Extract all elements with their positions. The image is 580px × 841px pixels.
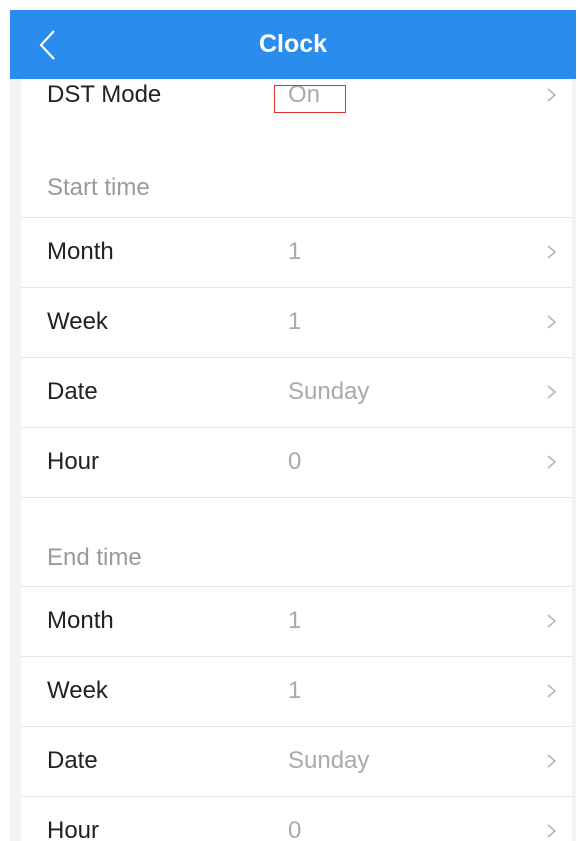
start-date-label: Date [47, 378, 98, 405]
end-week-label: Week [47, 677, 108, 704]
end-hour-value: 0 [288, 817, 302, 841]
end-date-value: Sunday [288, 747, 370, 774]
start-week-value: 1 [288, 308, 302, 335]
chevron-right-icon [547, 614, 557, 628]
chevron-right-icon [547, 455, 557, 469]
end-hour-label: Hour [47, 817, 100, 841]
start-month-label: Month [47, 238, 114, 265]
start-week-label: Week [47, 308, 108, 335]
chevron-right-icon [547, 245, 557, 259]
start-date-row[interactable]: Date Sunday [21, 357, 572, 427]
chevron-right-icon [547, 315, 557, 329]
end-month-value: 1 [288, 607, 302, 634]
end-date-row[interactable]: Date Sunday [21, 726, 572, 796]
start-week-row[interactable]: Week 1 [21, 287, 572, 357]
divider [21, 497, 572, 498]
chevron-right-icon [547, 824, 557, 838]
chevron-right-icon [547, 385, 557, 399]
end-week-value: 1 [288, 677, 302, 704]
page-title: Clock [258, 30, 328, 58]
dst-mode-label: DST Mode [47, 81, 162, 108]
start-hour-value: 0 [288, 448, 302, 475]
start-month-value: 1 [288, 238, 302, 265]
chevron-right-icon [547, 684, 557, 698]
app-header: Clock [10, 10, 576, 79]
chevron-right-icon [547, 88, 557, 102]
highlight-box [274, 85, 346, 113]
chevron-right-icon [547, 754, 557, 768]
end-hour-row[interactable]: Hour 0 [21, 796, 572, 841]
end-month-row[interactable]: Month 1 [21, 586, 572, 656]
start-date-value: Sunday [288, 378, 370, 405]
end-date-label: Date [47, 747, 98, 774]
settings-card: DST Mode On Start time Month 1 Week 1 Da… [21, 79, 572, 841]
end-month-label: Month [47, 607, 114, 634]
start-month-row[interactable]: Month 1 [21, 217, 572, 287]
start-hour-label: Hour [47, 448, 100, 475]
end-week-row[interactable]: Week 1 [21, 656, 572, 726]
start-time-heading: Start time [47, 174, 150, 201]
end-time-heading: End time [47, 544, 142, 571]
start-hour-row[interactable]: Hour 0 [21, 427, 572, 497]
clock-settings-screen: Clock DST Mode On Start time Month 1 Wee… [10, 10, 576, 841]
